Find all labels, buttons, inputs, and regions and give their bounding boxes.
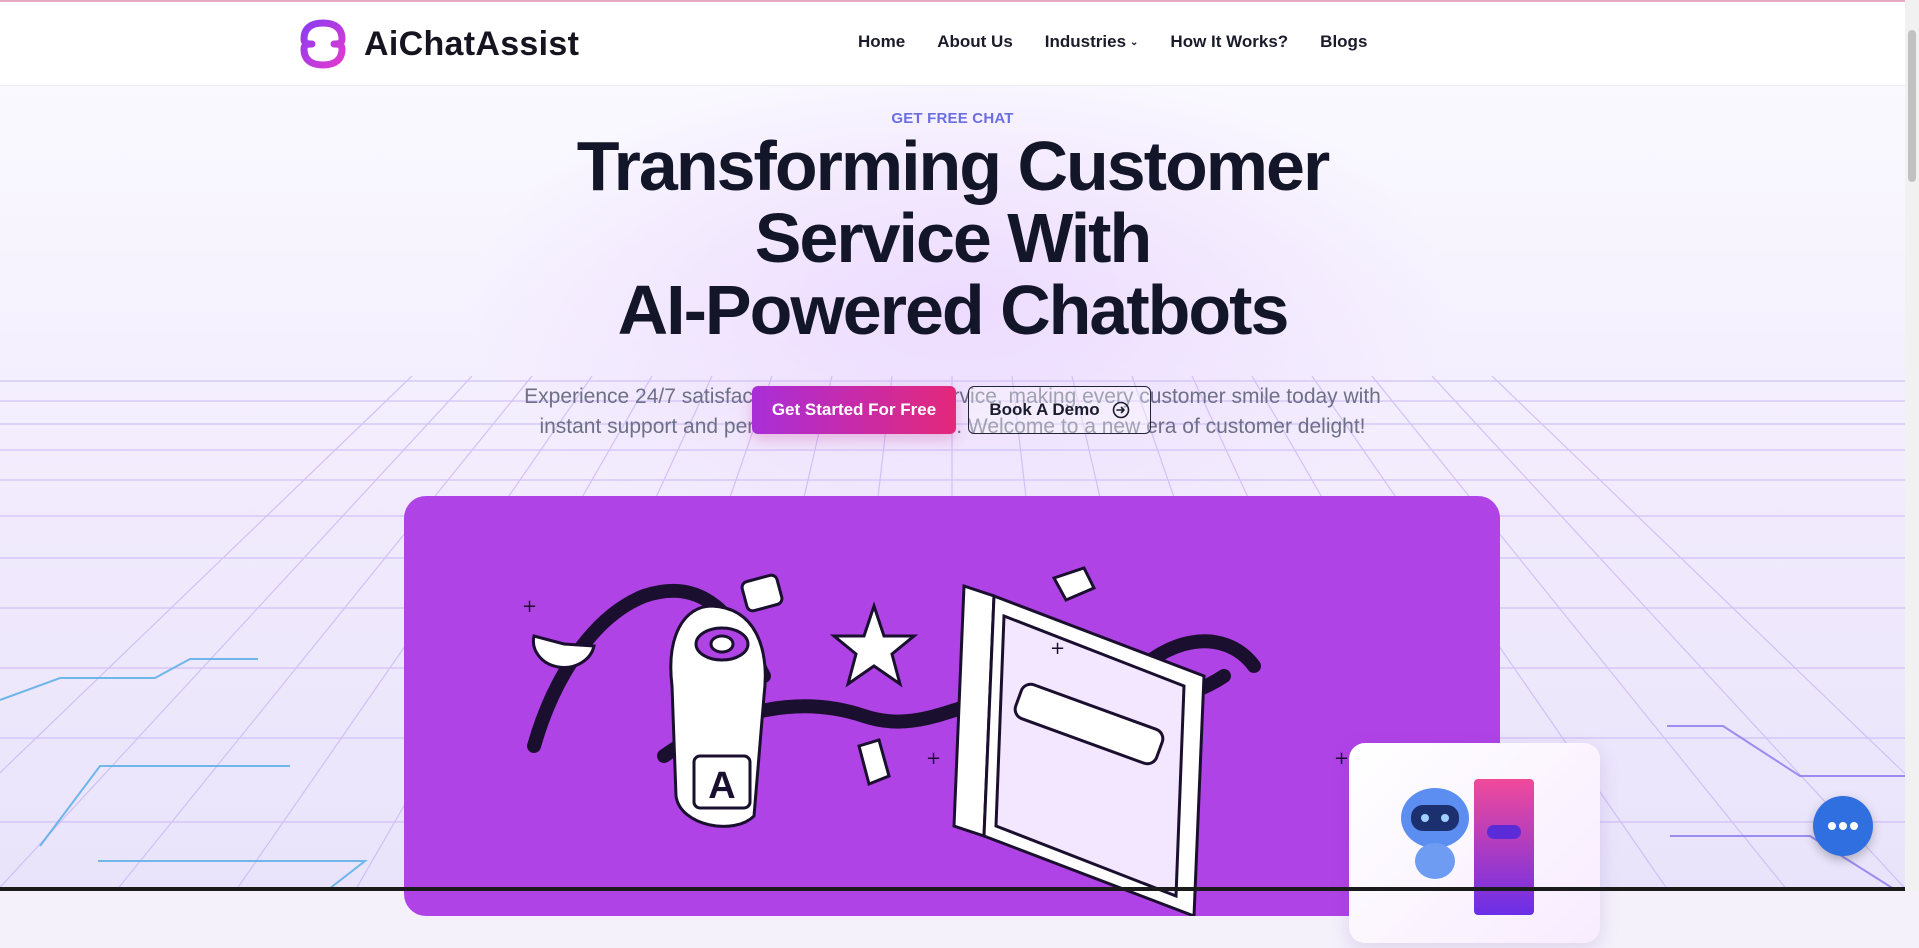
brand-name: AiChatAssist (364, 24, 580, 63)
robot-phone-illustration (1401, 779, 1534, 915)
hero-title-line-1: Transforming Customer (576, 127, 1330, 205)
logo-mark-icon (295, 16, 351, 72)
scrollbar-thumb[interactable] (1908, 30, 1916, 182)
nav-industries-label: Industries (1044, 32, 1127, 51)
nav-blogs[interactable]: Blogs (1320, 32, 1367, 52)
nav-how-it-works[interactable]: How It Works? (1170, 32, 1288, 52)
arrow-circle-icon (1112, 401, 1129, 419)
brand-logo[interactable]: AiChatAssist (292, 13, 579, 75)
page-scrollbar[interactable] (1905, 0, 1919, 891)
svg-text:+: + (1334, 748, 1349, 769)
book-demo-button[interactable]: Book A Demo (968, 386, 1151, 434)
nav-industries[interactable]: Industries ⌄ (1045, 32, 1139, 52)
bottom-edge (0, 887, 1905, 891)
hero-title: Transforming Customer Service With AI-Po… (0, 130, 1905, 346)
site-header: AiChatAssist Home About Us Industries ⌄ H… (0, 2, 1905, 86)
main-nav: Home About Us Industries ⌄ How It Works? … (858, 32, 1367, 52)
nav-home[interactable]: Home (858, 32, 905, 52)
svg-text:+: + (1050, 638, 1065, 659)
hero-title-line-3: AI-Powered Chatbots (617, 271, 1290, 349)
hero-eyebrow: GET FREE CHAT (891, 110, 1014, 127)
chevron-down-icon: ⌄ (1130, 37, 1139, 48)
chat-widget-button[interactable] (1813, 796, 1873, 856)
hero-title-line-2: Service With (754, 199, 1153, 277)
robot-chest-letter: A (708, 765, 735, 807)
svg-text:+: + (926, 748, 941, 769)
chatbot-preview-card (1349, 743, 1600, 943)
chat-dots-icon (1828, 822, 1858, 830)
book-demo-label: Book A Demo (989, 400, 1100, 419)
robot-laptop-illustration: A + + + + (522, 566, 1349, 916)
svg-text:+: + (522, 596, 537, 617)
hero-illustration: A + + + + (404, 496, 1500, 916)
get-started-button[interactable]: Get Started For Free (752, 386, 956, 434)
nav-about-us[interactable]: About Us (937, 32, 1013, 52)
